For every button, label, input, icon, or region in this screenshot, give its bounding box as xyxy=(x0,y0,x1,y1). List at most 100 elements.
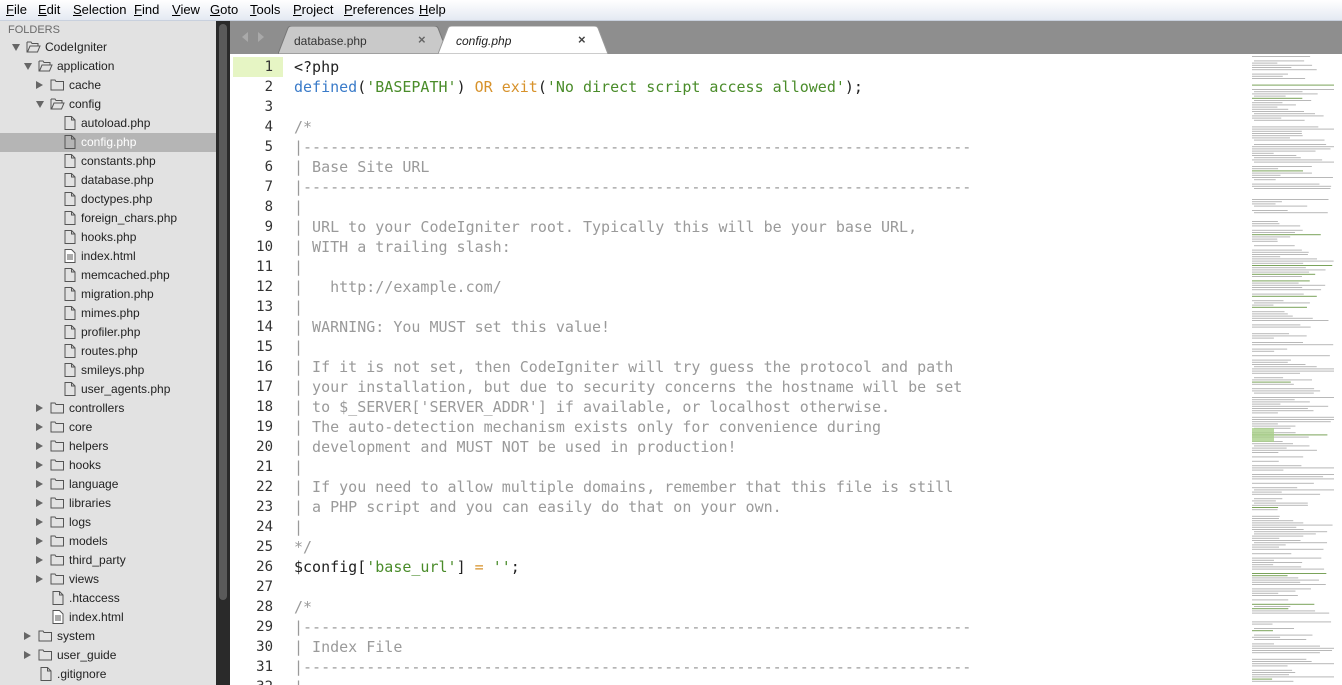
folder-item[interactable]: helpers xyxy=(0,437,216,456)
file-item[interactable]: doctypes.php xyxy=(0,190,216,209)
minimap-line xyxy=(1252,271,1310,273)
tab-close-icon[interactable]: × xyxy=(578,32,586,47)
folder-item[interactable]: controllers xyxy=(0,399,216,418)
menu-label-rest: dit xyxy=(46,2,61,17)
menu-file[interactable]: File xyxy=(6,2,27,17)
minimap-line xyxy=(1252,300,1284,302)
minimap[interactable] xyxy=(1242,54,1342,685)
folder-item[interactable]: views xyxy=(0,570,216,589)
folder-item[interactable]: hooks xyxy=(0,456,216,475)
file-item[interactable]: autoload.php xyxy=(0,114,216,133)
file-item[interactable]: foreign_chars.php xyxy=(0,209,216,228)
html-file-icon xyxy=(64,249,79,263)
expanded-arrow-icon[interactable] xyxy=(12,44,20,51)
file-item[interactable]: user_agents.php xyxy=(0,380,216,399)
file-item[interactable]: index.html xyxy=(0,247,216,266)
menu-project[interactable]: Project xyxy=(293,2,333,17)
menu-preferences[interactable]: Preferences xyxy=(344,2,414,17)
minimap-line xyxy=(1252,557,1322,559)
collapsed-arrow-icon[interactable] xyxy=(36,537,43,545)
code-token: exit xyxy=(501,78,538,96)
expanded-arrow-icon[interactable] xyxy=(24,63,32,70)
folder-item[interactable]: application xyxy=(0,57,216,76)
folder-item[interactable]: libraries xyxy=(0,494,216,513)
collapsed-arrow-icon[interactable] xyxy=(36,81,43,89)
folder-item[interactable]: core xyxy=(0,418,216,437)
tab-database-php[interactable]: database.php × xyxy=(278,26,448,54)
folder-item[interactable]: cache xyxy=(0,76,216,95)
file-item[interactable]: constants.php xyxy=(0,152,216,171)
minimap-line xyxy=(1252,643,1274,645)
code-token: ) xyxy=(456,78,475,96)
folder-item[interactable]: language xyxy=(0,475,216,494)
expanded-arrow-icon[interactable] xyxy=(36,101,44,108)
minimap-line xyxy=(1252,379,1313,381)
minimap-line xyxy=(1252,401,1310,403)
menu-tools[interactable]: Tools xyxy=(250,2,280,17)
file-item[interactable]: smileys.php xyxy=(0,361,216,380)
tree-label: logs xyxy=(69,515,92,529)
code-line: | http://example.com/ xyxy=(294,277,502,297)
file-item[interactable]: migration.php xyxy=(0,285,216,304)
file-item[interactable]: routes.php xyxy=(0,342,216,361)
tab-scroll-right-icon[interactable] xyxy=(258,32,264,42)
folder-item[interactable]: config xyxy=(0,95,216,114)
code-editor[interactable]: 1 2 3 4 5 6 7 8 9 10 11 12 13 14 15 16 17 18 19 20 21 22 23 24 2… xyxy=(230,54,1242,685)
file-item[interactable]: database.php xyxy=(0,171,216,190)
folder-item[interactable]: CodeIgniter xyxy=(0,38,216,57)
minimap-preview xyxy=(1252,56,1334,682)
line-number: 20 xyxy=(256,439,273,455)
folder-item[interactable]: system xyxy=(0,627,216,646)
menu-goto[interactable]: Goto xyxy=(210,2,238,17)
tree-label: config xyxy=(69,97,102,111)
folder-icon xyxy=(50,458,65,472)
menu-view[interactable]: View xyxy=(172,2,200,17)
sidebar-scrollbar-thumb[interactable] xyxy=(219,24,227,600)
menu-help[interactable]: Help xyxy=(419,2,446,17)
collapsed-arrow-icon[interactable] xyxy=(36,480,43,488)
html-file-icon xyxy=(52,610,67,624)
file-item[interactable]: profiler.php xyxy=(0,323,216,342)
collapsed-arrow-icon[interactable] xyxy=(36,518,43,526)
collapsed-arrow-icon[interactable] xyxy=(36,461,43,469)
tree-label: helpers xyxy=(69,439,109,453)
file-item[interactable]: hooks.php xyxy=(0,228,216,247)
menu-edit[interactable]: Edit xyxy=(38,2,60,17)
menu-selection[interactable]: Selection xyxy=(73,2,126,17)
collapsed-arrow-icon[interactable] xyxy=(36,556,43,564)
minimap-line xyxy=(1254,445,1310,447)
menu-find[interactable]: Find xyxy=(134,2,159,17)
minimap-line xyxy=(1252,311,1285,313)
collapsed-arrow-icon[interactable] xyxy=(36,404,43,412)
collapsed-arrow-icon[interactable] xyxy=(24,632,31,640)
file-item[interactable]: .htaccess xyxy=(0,589,216,608)
file-item[interactable]: memcached.php xyxy=(0,266,216,285)
collapsed-arrow-icon[interactable] xyxy=(36,423,43,431)
collapsed-arrow-icon[interactable] xyxy=(36,499,43,507)
minimap-line xyxy=(1254,179,1276,181)
file-item[interactable]: mimes.php xyxy=(0,304,216,323)
folder-item[interactable]: models xyxy=(0,532,216,551)
file-item[interactable]: .gitignore xyxy=(0,665,216,684)
minimap-line xyxy=(1252,405,1329,407)
minimap-line xyxy=(1252,672,1296,673)
code-token: | development and MUST NOT be used in pr… xyxy=(294,438,737,456)
folder-item[interactable]: user_guide xyxy=(0,646,216,665)
collapsed-arrow-icon[interactable] xyxy=(24,651,31,659)
line-number: 29 xyxy=(256,619,273,635)
menu-label-rest: ind xyxy=(141,2,160,17)
folder-item[interactable]: logs xyxy=(0,513,216,532)
file-item[interactable]: config.php xyxy=(0,133,216,152)
code-token: |---------------------------------------… xyxy=(294,178,972,196)
minimap-line xyxy=(1252,529,1304,530)
tab-scroll-left-icon[interactable] xyxy=(242,32,248,42)
collapsed-arrow-icon[interactable] xyxy=(36,442,43,450)
file-item[interactable]: index.html xyxy=(0,608,216,627)
tab-config-php[interactable]: config.php × xyxy=(438,26,608,54)
minimap-line xyxy=(1252,579,1319,581)
tab-label: database.php xyxy=(294,34,367,48)
code-line: |---------------------------------------… xyxy=(294,177,971,197)
folder-item[interactable]: third_party xyxy=(0,551,216,570)
tab-close-icon[interactable]: × xyxy=(418,32,426,47)
collapsed-arrow-icon[interactable] xyxy=(36,575,43,583)
